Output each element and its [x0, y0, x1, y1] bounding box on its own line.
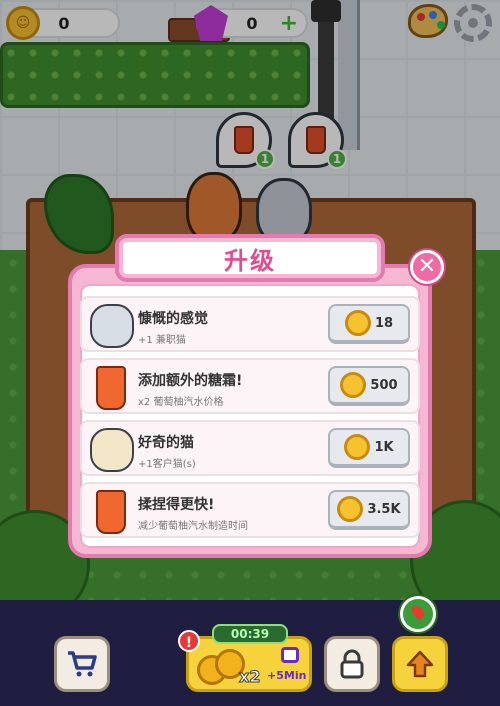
upgrade-price: 3.5K — [367, 501, 401, 517]
map-pin-icon[interactable] — [400, 596, 436, 632]
upgrade-desc: 减少葡萄柚汽水制造时间 — [138, 521, 248, 532]
dialog-title: 升级 — [224, 246, 276, 275]
upgrade-desc: +1 兼职猫 — [138, 335, 186, 346]
buy-upgrade-button[interactable]: 1K — [328, 428, 410, 468]
shop-cart-button[interactable] — [54, 636, 110, 692]
grey-cat-waiter-icon — [90, 304, 134, 348]
upgrade-name: 慷慨的感觉 — [138, 311, 208, 327]
upgrade-name: 揉捏得更快! — [138, 497, 215, 513]
upgrade-desc: x2 葡萄柚汽水价格 — [138, 397, 224, 408]
upgrade-row: 好奇的猫 +1客户猫(s) 1K — [80, 420, 420, 476]
upgrade-name: 添加额外的糖霜! — [138, 373, 243, 389]
coin-icon — [340, 372, 367, 398]
close-button[interactable]: ✕ — [410, 250, 444, 284]
double-income-boost-button[interactable]: x2 +5Min — [186, 636, 312, 692]
calico-cat-icon — [90, 428, 134, 472]
lock-icon — [340, 649, 364, 679]
coin-icon — [344, 310, 371, 336]
cart-icon — [68, 651, 97, 677]
upgrade-row: 慷慨的感觉 +1 兼职猫 18 — [80, 296, 420, 352]
upgrade-name: 好奇的猫 — [138, 435, 194, 451]
buy-upgrade-button[interactable]: 18 — [328, 304, 410, 344]
coin-icon — [344, 434, 371, 460]
upgrade-price: 500 — [370, 377, 398, 393]
video-ad-icon — [281, 647, 299, 663]
buy-upgrade-button[interactable]: 3.5K — [328, 490, 410, 530]
upgrade-desc: +1客户猫(s) — [138, 459, 196, 470]
boost-duration: +5Min — [267, 669, 307, 682]
coin-icon — [337, 496, 364, 522]
boost-multiplier: x2 — [238, 667, 261, 687]
arrow-up-icon — [406, 650, 434, 678]
buy-upgrade-button[interactable]: 500 — [328, 366, 410, 406]
dialog-title-tab: 升级 — [115, 234, 385, 282]
upgrade-price: 1K — [374, 439, 394, 455]
boost-timer: 00:39 — [212, 624, 288, 644]
upgrade-row: 揉捏得更快! 减少葡萄柚汽水制造时间 3.5K — [80, 482, 420, 538]
upgrade-row: 添加额外的糖霜! x2 葡萄柚汽水价格 500 — [80, 358, 420, 414]
alert-badge: ! — [178, 630, 200, 652]
soda-plus-icon — [96, 366, 126, 410]
soda-timer-icon — [96, 490, 126, 534]
locked-button[interactable] — [324, 636, 380, 692]
upgrade-price: 18 — [374, 315, 394, 331]
upgrade-arrow-button[interactable] — [392, 636, 448, 692]
